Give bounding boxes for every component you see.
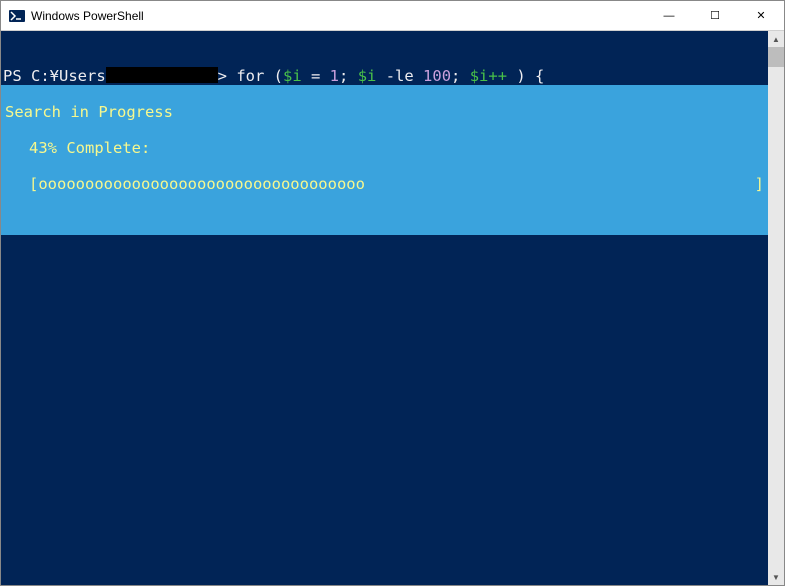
op-le: -le [376,67,423,85]
progress-bar: [ooooooooooooooooooooooooooooooooooo] [5,175,764,193]
titlebar[interactable]: Windows PowerShell — ☐ ✕ [1,1,784,31]
command-line-1: PS C:¥Users> for ($i = 1; $i -le 100; $i… [1,67,768,85]
semi: ; [451,67,470,85]
var-i: $i [283,67,302,85]
vertical-scrollbar[interactable]: ▲ ▼ [768,31,784,585]
num-1: 1 [330,67,339,85]
var-ipp: $i++ [470,67,507,85]
brace-open: { [535,67,544,85]
close-button[interactable]: ✕ [738,1,784,30]
progress-panel: Search in Progress 43% Complete: [oooooo… [1,85,768,235]
app-window: Windows PowerShell — ☐ ✕ PS C:¥Users > fo… [0,0,785,586]
num-100: 100 [423,67,451,85]
bar-open: [ [29,175,38,193]
bar-close: ] [755,175,764,193]
progress-activity: Search in Progress [5,103,764,121]
var-i: $i [358,67,377,85]
bar-fill: ooooooooooooooooooooooooooooooooooo [38,175,365,193]
bar-space [365,175,755,193]
terminal[interactable]: PS C:¥Users> for ($i = 1; $i -le 100; $i… [1,31,768,585]
paren-open: ( [274,67,283,85]
prompt-prefix: PS C:¥Users [3,67,106,85]
prompt-suffix: > [218,67,237,85]
maximize-button[interactable]: ☐ [692,1,738,30]
terminal-area: PS C:¥Users> for ($i = 1; $i -le 100; $i… [1,31,784,585]
scroll-down-arrow-icon[interactable]: ▼ [768,569,784,585]
scroll-up-arrow-icon[interactable]: ▲ [768,31,784,47]
scroll-thumb[interactable] [768,47,784,67]
progress-status: 43% Complete: [5,139,764,157]
paren-close: ) [507,67,535,85]
minimize-button[interactable]: — [646,1,692,30]
kw-for: for [236,67,273,85]
window-controls: — ☐ ✕ [646,1,784,30]
window-title: Windows PowerShell [31,9,646,23]
eq-sign: = [302,67,330,85]
redacted-username [106,67,218,83]
semi: ; [339,67,358,85]
powershell-icon [9,8,25,24]
